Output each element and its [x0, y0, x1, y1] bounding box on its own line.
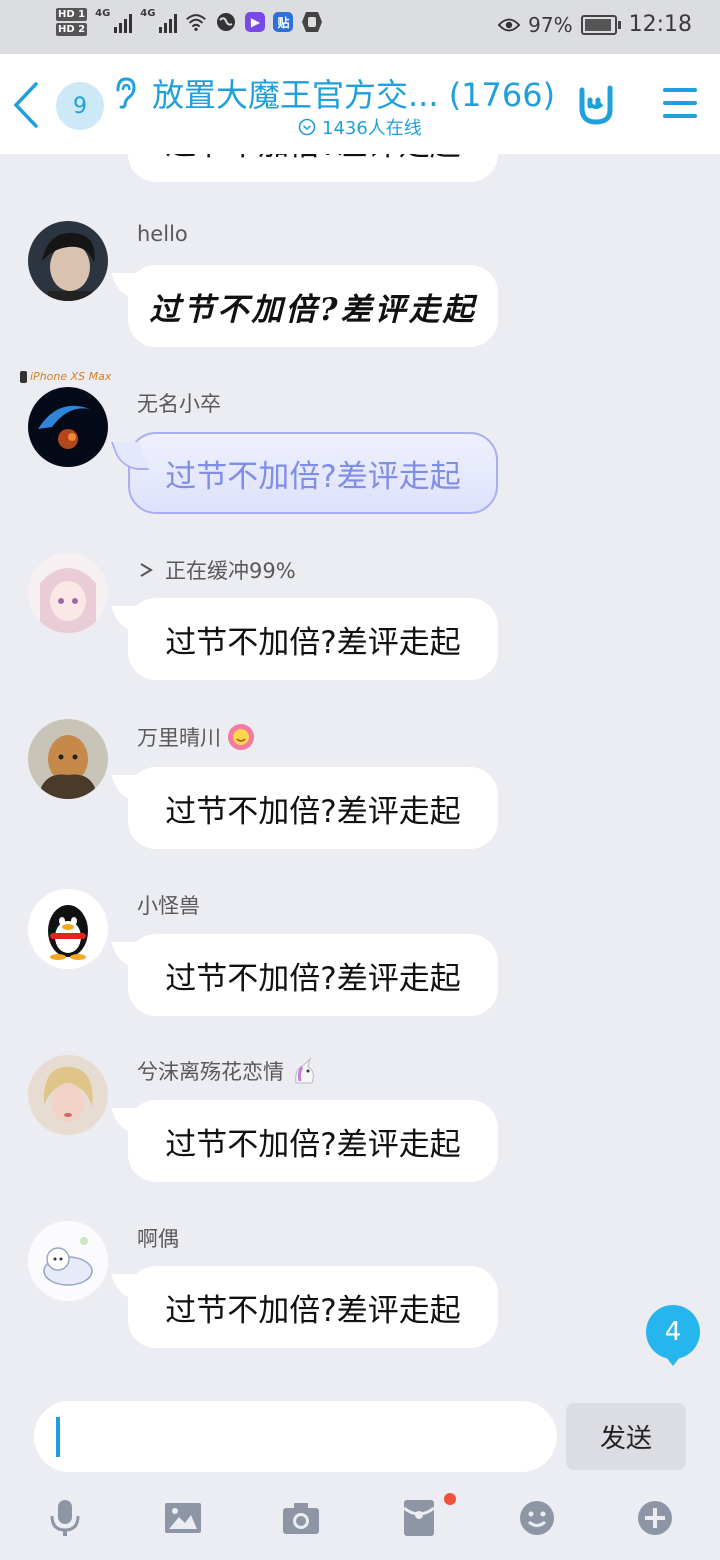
device-tag: iPhone XS Max — [20, 370, 111, 383]
new-message-count-badge[interactable]: 4 — [646, 1305, 700, 1366]
back-button[interactable] — [8, 78, 48, 132]
sender-name: hello — [137, 222, 188, 246]
status-bar: HD 1 HD 2 4G 4G ▶ 贴 97% 12:18 — [0, 0, 720, 54]
device-label: iPhone XS Max — [30, 370, 112, 383]
message-bubble[interactable]: 过节不加倍?差评走起 — [128, 598, 498, 680]
hd2-label: HD 2 — [56, 23, 88, 36]
sender-name: 万里晴川 — [137, 722, 255, 752]
avatar-image — [28, 1055, 108, 1135]
text-caret — [56, 1417, 60, 1457]
microphone-icon[interactable] — [42, 1490, 88, 1546]
hd-indicator: HD 1 HD 2 — [56, 8, 88, 36]
image-icon[interactable] — [160, 1490, 206, 1546]
avatar[interactable] — [28, 719, 108, 799]
message-bubble[interactable]: 过节不加倍?差评走起 — [128, 767, 498, 849]
message-text: 过节不加倍?差评走起 — [165, 624, 461, 661]
message-text: 过节不加倍?差评走起 — [165, 1292, 461, 1329]
eye-comfort-icon — [498, 14, 521, 36]
message-bubble[interactable]: 过节不加倍?差评走起 — [128, 432, 498, 514]
globe-icon — [215, 11, 237, 33]
online-text: 1436人在线 — [322, 118, 422, 139]
rock-hand-icon[interactable] — [576, 82, 618, 126]
signal-icon — [159, 11, 178, 33]
ear-icon[interactable] — [112, 76, 138, 110]
status-left: HD 1 HD 2 4G 4G ▶ 贴 — [56, 8, 323, 36]
avatar[interactable] — [28, 553, 108, 633]
avatar[interactable] — [28, 1221, 108, 1301]
chat-header: 9 放置大魔王官方交... (1766) 1436人在线 — [0, 54, 720, 154]
flower-emoji-icon — [228, 724, 254, 750]
online-count[interactable]: 1436人在线 — [298, 114, 422, 140]
tieba-app-icon: 贴 — [273, 12, 294, 32]
chevron-left-icon — [13, 82, 38, 128]
send-button[interactable]: 发送 — [566, 1403, 686, 1470]
sender-label: 兮沫离殇花恋情 — [137, 1060, 284, 1084]
network-type: 4G — [95, 8, 111, 19]
camera-icon[interactable] — [278, 1490, 324, 1546]
wifi-icon — [185, 11, 207, 33]
message-bubble[interactable]: 过节不加倍?差评走起 — [128, 934, 498, 1016]
hd1-label: HD 1 — [56, 8, 88, 21]
avatar[interactable] — [28, 1055, 108, 1135]
notification-dot — [444, 1493, 456, 1505]
sender-name: 无名小卒 — [137, 392, 221, 416]
hand-icon — [301, 11, 323, 33]
clock: 12:18 — [628, 12, 692, 37]
sender-name: 啊偶 — [137, 1227, 179, 1251]
message-list[interactable]: 过节不加倍?差评走起 hello 过节不加倍?差评走起 iPhone XS Ma… — [0, 0, 720, 1400]
message-bubble[interactable]: 过节不加倍?差评走起 — [128, 1100, 498, 1182]
sender-name: 小怪兽 — [137, 894, 200, 918]
signal-icon — [114, 11, 133, 33]
sender-name: 正在缓冲99% — [137, 555, 296, 585]
avatar-image — [28, 719, 108, 799]
buffering-icon — [140, 563, 153, 577]
sender-name: 兮沫离殇花恋情 — [137, 1056, 318, 1086]
avatar[interactable] — [28, 221, 108, 301]
red-packet-icon[interactable] — [396, 1490, 442, 1546]
avatar[interactable] — [28, 889, 108, 969]
avatar-image — [28, 553, 108, 633]
avatar-image — [28, 221, 108, 301]
emoji-icon[interactable] — [514, 1490, 560, 1546]
message-text: 过节不加倍?差评走起 — [165, 458, 461, 495]
unread-count-badge[interactable]: 9 — [56, 82, 104, 130]
message-input[interactable] — [34, 1401, 557, 1472]
message-bubble[interactable]: 过节不加倍?差评走起 — [128, 1266, 498, 1348]
message-text: 过节不加倍?差评走起 — [165, 960, 461, 997]
message-text: 过节不加倍?差评走起 — [165, 1126, 461, 1163]
sender-label: 万里晴川 — [137, 726, 221, 750]
avatar-image — [28, 387, 108, 467]
input-toolbar — [0, 1490, 720, 1550]
unicorn-emoji-icon — [295, 1057, 314, 1084]
battery-icon — [580, 14, 621, 35]
check-circle-icon — [298, 118, 316, 136]
status-right: 97% 12:18 — [498, 12, 692, 37]
plus-icon[interactable] — [632, 1490, 678, 1546]
battery-percent: 97% — [528, 12, 573, 37]
chat-title[interactable]: 放置大魔王官方交... (1766) — [152, 70, 555, 116]
network-type: 4G — [140, 8, 156, 19]
avatar-image — [28, 1221, 108, 1301]
message-bubble[interactable]: 过节不加倍?差评走起 — [128, 265, 498, 347]
menu-icon[interactable] — [662, 86, 698, 120]
avatar[interactable] — [28, 387, 108, 467]
video-app-icon: ▶ — [245, 12, 266, 32]
message-text: 过节不加倍?差评走起 — [149, 291, 477, 328]
qq-penguin-icon — [28, 889, 108, 969]
phone-icon — [20, 370, 27, 383]
sender-label: 正在缓冲99% — [165, 559, 296, 583]
message-text: 过节不加倍?差评走起 — [165, 793, 461, 830]
